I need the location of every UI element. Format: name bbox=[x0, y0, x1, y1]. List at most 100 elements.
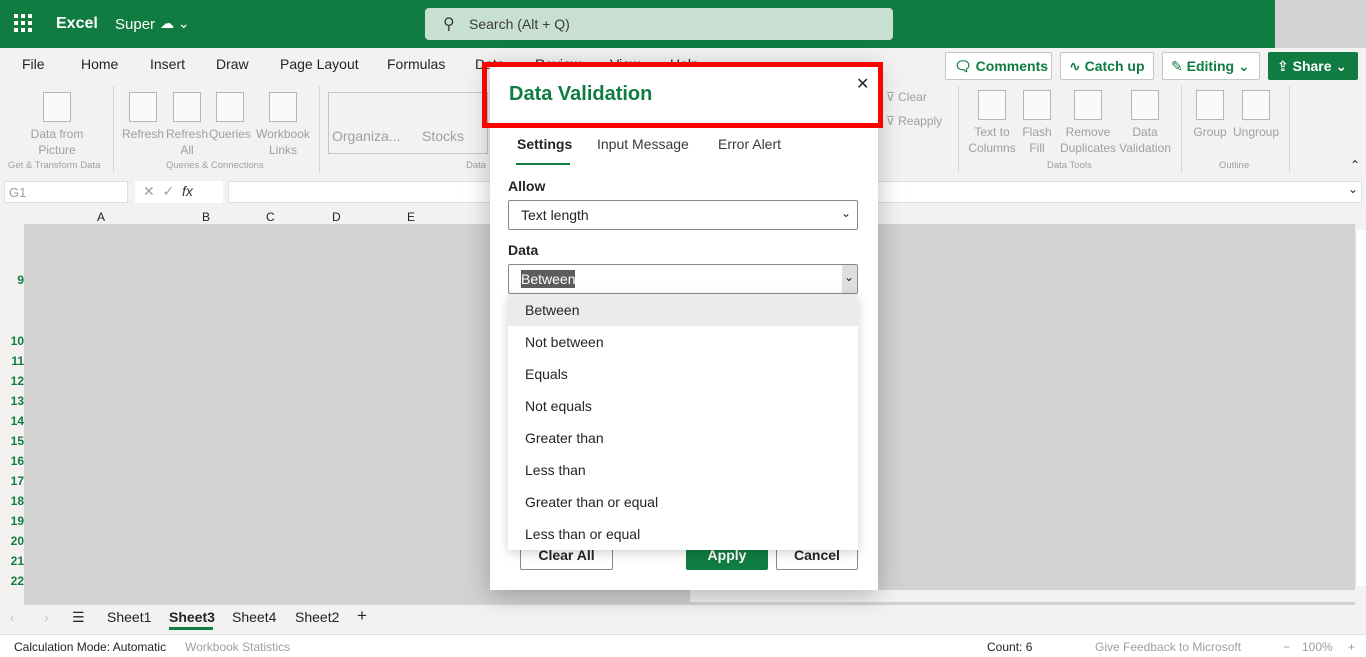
option-between[interactable]: Between bbox=[508, 294, 858, 326]
editing-button[interactable]: ✎ Editing ⌄ bbox=[1162, 52, 1260, 80]
collapse-ribbon-icon[interactable]: ⌃ bbox=[1350, 158, 1360, 172]
refresh-all-button[interactable]: Refresh All bbox=[166, 92, 208, 158]
group-label: Data bbox=[466, 160, 487, 171]
data-types-gallery[interactable] bbox=[328, 92, 488, 154]
horizontal-scrollbar[interactable] bbox=[690, 590, 1355, 602]
row-header[interactable]: 13 bbox=[0, 394, 24, 408]
label: Clear bbox=[898, 90, 927, 104]
row-header[interactable]: 18 bbox=[0, 494, 24, 508]
queries-button[interactable]: Queries bbox=[208, 92, 252, 142]
row-header[interactable]: 10 bbox=[0, 334, 24, 348]
catch-up-button[interactable]: ∿ Catch up bbox=[1060, 52, 1154, 80]
reapply-button[interactable]: ⊽ Reapply bbox=[886, 113, 942, 129]
data-validation-button[interactable]: Data Validation bbox=[1118, 90, 1172, 156]
tab-page-layout[interactable]: Page Layout bbox=[280, 56, 359, 72]
data-select[interactable]: Between ⌄ bbox=[508, 264, 858, 294]
calculation-mode[interactable]: Calculation Mode: Automatic bbox=[14, 640, 166, 654]
sheet-tab-active[interactable]: Sheet3 bbox=[169, 609, 215, 625]
tab-insert[interactable]: Insert bbox=[150, 56, 185, 72]
row-header[interactable]: 19 bbox=[0, 514, 24, 528]
cancel-icon[interactable]: ✕ bbox=[143, 183, 155, 199]
all-sheets-icon[interactable]: ☰ bbox=[72, 609, 85, 626]
expand-formula-icon[interactable]: ⌄ bbox=[1348, 182, 1358, 196]
row-header[interactable]: 15 bbox=[0, 434, 24, 448]
label: Reapply bbox=[898, 114, 943, 128]
column-header[interactable]: D bbox=[332, 210, 341, 224]
workbook-links-button[interactable]: Workbook Links bbox=[254, 92, 312, 158]
prev-sheet-icon[interactable]: ‹ bbox=[10, 609, 15, 625]
tab-settings[interactable]: Settings bbox=[517, 136, 572, 152]
tab-home[interactable]: Home bbox=[81, 56, 118, 72]
ungroup-button[interactable]: Ungroup bbox=[1232, 90, 1280, 140]
flash-fill-button[interactable]: Flash Fill bbox=[1020, 90, 1054, 156]
refresh-button[interactable]: Refresh bbox=[122, 92, 164, 142]
workbook-statistics[interactable]: Workbook Statistics bbox=[185, 640, 290, 654]
row-header[interactable]: 9 bbox=[0, 273, 24, 287]
share-button[interactable]: ⇪ Share ⌄ bbox=[1268, 52, 1358, 80]
remove-duplicates-icon bbox=[1074, 90, 1102, 120]
remove-duplicates-button[interactable]: Remove Duplicates bbox=[1058, 90, 1118, 156]
feedback-link[interactable]: Give Feedback to Microsoft bbox=[1095, 640, 1241, 654]
cloud-saved-icon: ☁ ⌄ bbox=[160, 15, 190, 31]
next-sheet-icon[interactable]: › bbox=[44, 609, 49, 625]
row-header[interactable]: 11 bbox=[0, 354, 24, 368]
enter-icon[interactable]: ✓ bbox=[163, 183, 175, 199]
zoom-level[interactable]: 100% bbox=[1302, 640, 1333, 654]
option-equals[interactable]: Equals bbox=[508, 358, 858, 390]
formula-actions: ✕ ✓ fx bbox=[135, 181, 223, 203]
filter-reapply-icon: ⊽ bbox=[886, 114, 895, 128]
document-name[interactable]: Super bbox=[115, 16, 155, 33]
active-sheet-indicator bbox=[169, 627, 213, 630]
share-label: Share bbox=[1292, 58, 1332, 74]
column-header[interactable]: B bbox=[202, 210, 210, 224]
app-launcher-icon[interactable] bbox=[14, 14, 32, 32]
search-box[interactable]: ⚲ Search (Alt + Q) bbox=[425, 8, 893, 40]
column-header[interactable]: E bbox=[407, 210, 415, 224]
stocks-button[interactable]: Stocks bbox=[422, 128, 464, 144]
name-box[interactable]: G1 bbox=[4, 181, 128, 203]
row-header[interactable]: 22 bbox=[0, 574, 24, 588]
option-less-than-or-equal[interactable]: Less than or equal bbox=[508, 518, 858, 550]
filter-clear-icon: ⊽ bbox=[886, 90, 895, 104]
zoom-out-icon[interactable]: − bbox=[1283, 640, 1290, 654]
sheet-tab[interactable]: Sheet2 bbox=[295, 609, 339, 625]
row-header[interactable]: 21 bbox=[0, 554, 24, 568]
row-header[interactable]: 12 bbox=[0, 374, 24, 388]
label: Ungroup bbox=[1232, 125, 1280, 139]
tab-input-message[interactable]: Input Message bbox=[597, 136, 689, 152]
group-label: Data Tools bbox=[1047, 160, 1092, 171]
vertical-scrollbar[interactable] bbox=[1355, 230, 1366, 586]
option-greater-than[interactable]: Greater than bbox=[508, 422, 858, 454]
label: Refresh All bbox=[166, 127, 209, 157]
row-header[interactable]: 20 bbox=[0, 534, 24, 548]
row-header[interactable]: 14 bbox=[0, 414, 24, 428]
refresh-all-icon bbox=[173, 92, 201, 122]
count-indicator[interactable]: Count: 6 bbox=[987, 640, 1032, 654]
divider bbox=[113, 86, 114, 172]
tab-error-alert[interactable]: Error Alert bbox=[718, 136, 781, 152]
row-header[interactable]: 17 bbox=[0, 474, 24, 488]
add-sheet-icon[interactable]: + bbox=[357, 606, 367, 626]
text-to-columns-button[interactable]: Text to Columns bbox=[964, 90, 1020, 156]
organization-button[interactable]: Organiza... bbox=[332, 128, 400, 144]
option-not-equals[interactable]: Not equals bbox=[508, 390, 858, 422]
group-button[interactable]: Group bbox=[1192, 90, 1228, 140]
column-header[interactable]: C bbox=[266, 210, 275, 224]
row-header[interactable]: 16 bbox=[0, 454, 24, 468]
tab-formulas[interactable]: Formulas bbox=[387, 56, 445, 72]
clear-button[interactable]: ⊽ Clear bbox=[886, 89, 927, 105]
option-greater-than-or-equal[interactable]: Greater than or equal bbox=[508, 486, 858, 518]
option-less-than[interactable]: Less than bbox=[508, 454, 858, 486]
sheet-tab[interactable]: Sheet1 bbox=[107, 609, 151, 625]
tab-file[interactable]: File bbox=[22, 56, 45, 72]
function-icon[interactable]: fx bbox=[182, 183, 193, 199]
zoom-in-icon[interactable]: + bbox=[1348, 640, 1355, 654]
sheet-tab[interactable]: Sheet4 bbox=[232, 609, 276, 625]
column-header[interactable]: A bbox=[97, 210, 105, 224]
allow-select[interactable]: Text length ⌄ bbox=[508, 200, 858, 230]
option-not-between[interactable]: Not between bbox=[508, 326, 858, 358]
comments-button[interactable]: 🗨 Comments bbox=[945, 52, 1052, 80]
chevron-down-icon: ⌄ bbox=[840, 206, 851, 220]
data-from-picture-button[interactable]: Data from Picture bbox=[22, 92, 92, 158]
tab-draw[interactable]: Draw bbox=[216, 56, 249, 72]
